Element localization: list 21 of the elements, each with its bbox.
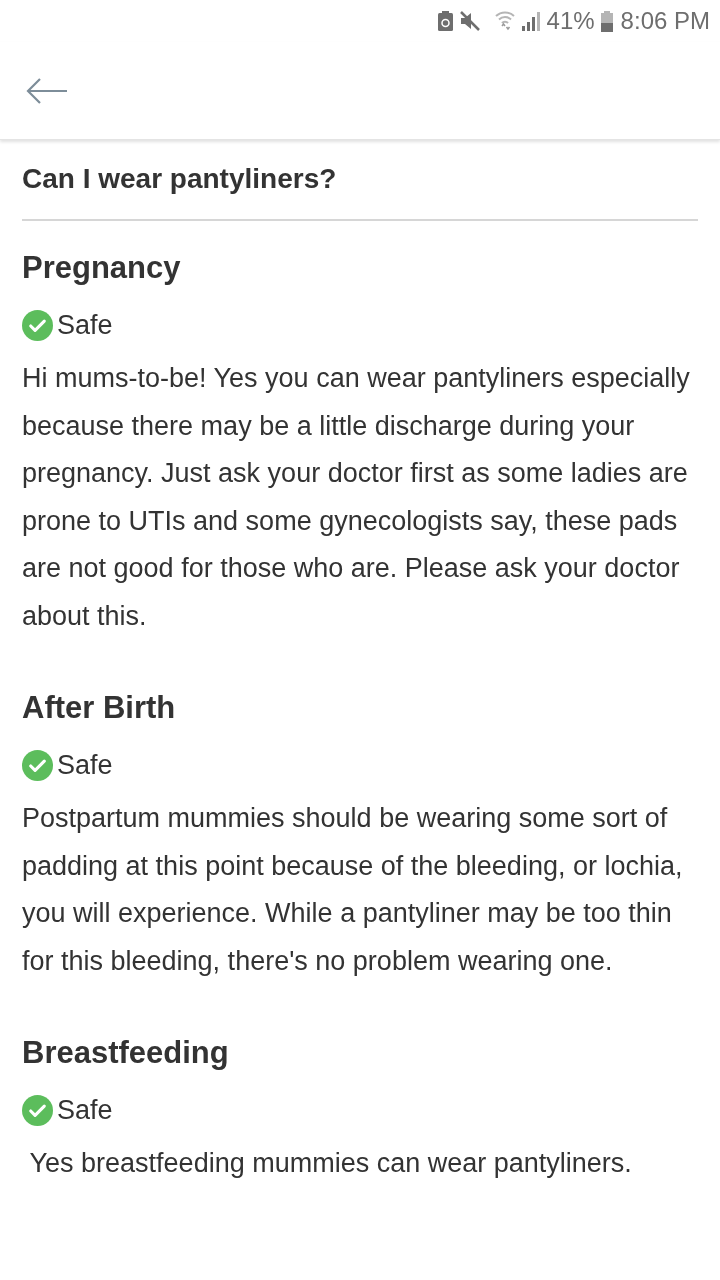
clock-time: 8:06 PM bbox=[620, 9, 710, 33]
status-label: Safe bbox=[57, 749, 113, 782]
battery-saver-icon bbox=[437, 11, 453, 31]
wifi-icon bbox=[494, 10, 515, 32]
check-circle-icon bbox=[22, 309, 53, 341]
page-title: Can I wear pantyliners? bbox=[22, 162, 338, 196]
battery-icon bbox=[600, 10, 613, 32]
status-label: Safe bbox=[57, 1094, 113, 1127]
section-heading: Breastfeeding bbox=[22, 1034, 230, 1072]
section-paragraph: Hi mums-to-be! Yes you can wear pantyliners especially because there may be a little discharge during your pregnancy. Just ask your doctor first as some ladies are prone to UTIs and some gynecologists say, these pads are not good for those who are. Please ask your doctor about this. bbox=[22, 362, 691, 633]
check-circle-icon bbox=[22, 749, 53, 781]
check-circle-icon bbox=[22, 1094, 53, 1126]
status-label: Safe bbox=[57, 309, 113, 342]
section-heading: Pregnancy bbox=[22, 249, 182, 287]
back-arrow-icon[interactable] bbox=[26, 75, 70, 106]
section-paragraph: Postpartum mummies should be wearing some sort of padding at this point because of the bleeding, or lochia, you will experience. While a pantyliner may be too thin for this bleeding, there's no problem wearing one. bbox=[22, 802, 684, 978]
section-heading: After Birth bbox=[22, 689, 177, 727]
signal-icon bbox=[520, 11, 541, 31]
muted-speaker-icon bbox=[458, 11, 481, 31]
section-paragraph: Yes breastfeeding mummies can wear pantyliners. bbox=[28, 1147, 633, 1180]
battery-percent: 41% bbox=[546, 9, 595, 33]
